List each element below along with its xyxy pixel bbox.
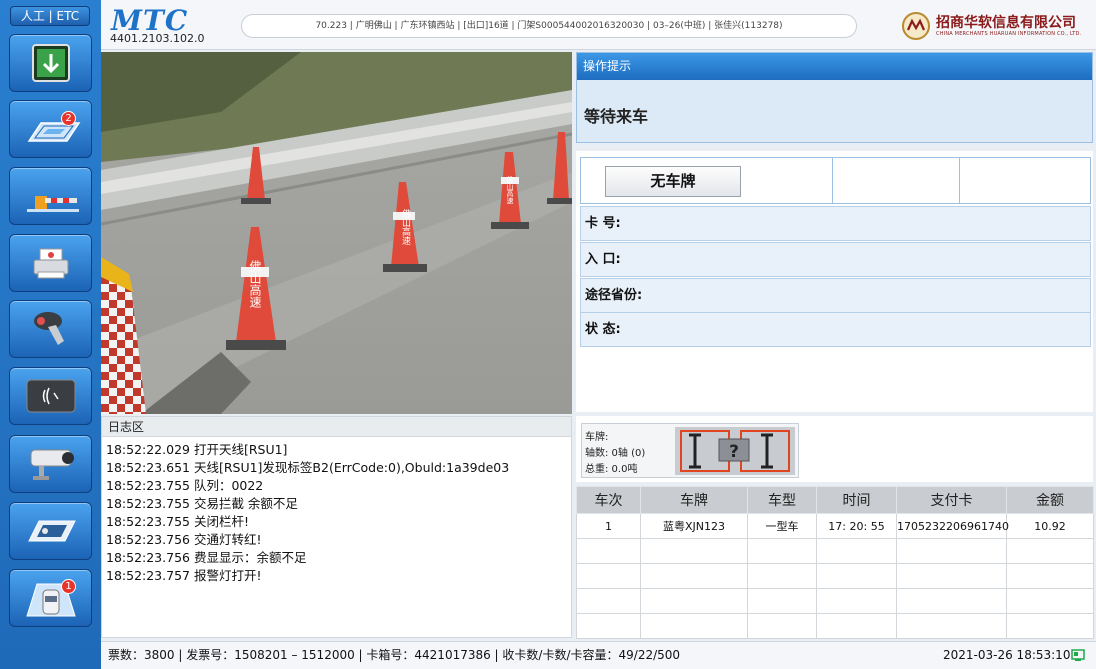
lane-camera-image: 佛山高速 佛山高速 佛山高速	[101, 52, 572, 414]
axle-diagram-icon: ?	[680, 430, 790, 472]
station-info-bar: 70.223 | 广明佛山 | 广东环镇西站 | [出口]16道 | 门架S00…	[241, 14, 857, 38]
log-title: 日志区	[102, 417, 571, 437]
download-button[interactable]	[9, 34, 92, 92]
log-line: 18:52:23.757 报警灯打开!	[106, 568, 262, 583]
province-row: 途径省份:	[580, 278, 1091, 313]
entry-row: 入 口:	[580, 242, 1091, 277]
cell-plate: 蓝粤XJN123	[640, 513, 748, 539]
log-list[interactable]: 18:52:22.029 打开天线[RSU1] 18:52:23.651 天线[…	[102, 437, 571, 585]
cell-time: 17: 20: 55	[816, 513, 897, 539]
connection-status-icon	[1071, 649, 1085, 661]
status-row: 状 态:	[580, 312, 1091, 347]
cone-lettering: 佛山高速	[248, 260, 262, 308]
lane-camera-view: 佛山高速 佛山高速 佛山高速	[101, 52, 572, 414]
etc-lane-button[interactable]: 2	[9, 100, 92, 158]
card-number-row: 卡 号:	[580, 206, 1091, 241]
col-pay-card[interactable]: 支付卡	[896, 486, 1007, 514]
company-name: 招商华软信息有限公司	[936, 15, 1076, 31]
transaction-panel: 车次 车牌 车型 时间 支付卡 金额 1 蓝粤XJN123 一型车 17: 20…	[576, 486, 1094, 639]
toll-lane-app: 人工 | ETC 2 1 MTC 4401.2103.102.0 70.223 …	[0, 0, 1096, 669]
table-header-row: 车次 车牌 车型 时间 支付卡 金额	[576, 486, 1094, 514]
cell-vehicle-type: 一型车	[747, 513, 817, 539]
operation-tip-text: 等待来车	[584, 107, 649, 126]
table-row-empty	[576, 613, 1094, 639]
log-line: 18:52:23.756 费显显示：余额不足	[106, 550, 307, 565]
barcode-scanner-icon	[33, 312, 64, 345]
weigh-plate-icon	[27, 520, 76, 542]
cell-trip: 1	[576, 513, 641, 539]
col-vehicle-type[interactable]: 车型	[747, 486, 817, 514]
lane-mode-badge[interactable]: 人工 | ETC	[10, 6, 90, 26]
col-trip[interactable]: 车次	[576, 486, 641, 514]
vehicle-queue-count-badge: 1	[61, 579, 76, 594]
no-plate-button[interactable]: 无车牌	[605, 166, 741, 197]
table-row-empty	[576, 588, 1094, 614]
table-row-empty	[576, 538, 1094, 564]
operation-tip-panel: 操作提示 等待来车	[576, 52, 1093, 143]
log-line: 18:52:23.755 队列：0022	[106, 478, 264, 493]
axle-plate-label: 车牌:	[585, 432, 609, 443]
status-time: 2021-03-26 18:53:10	[943, 648, 1071, 662]
col-time[interactable]: 时间	[816, 486, 897, 514]
barrier-gate-button[interactable]	[9, 167, 92, 225]
weigh-plate-button[interactable]	[9, 502, 92, 560]
camera-icon	[30, 449, 74, 480]
company-logo: 招商华软信息有限公司 CHINA MERCHANTS HUARUAN INFOR…	[901, 10, 1091, 42]
barrier-gate-icon	[26, 196, 79, 212]
vehicle-info-panel: 无车牌 卡 号: 入 口: 途径省份: 状 态:	[576, 151, 1093, 412]
axle-unknown-mark: ?	[729, 442, 739, 462]
status-text: 票数：3800 | 发票号：1508201 – 1512000 | 卡箱号：44…	[108, 648, 681, 662]
etc-lane-count-badge: 2	[61, 111, 76, 126]
plate-cell: 无车牌	[581, 158, 833, 203]
log-line: 18:52:23.755 交易拦截 余额不足	[106, 496, 298, 511]
barcode-scanner-button[interactable]	[9, 300, 92, 358]
log-line: 18:52:23.755 关闭栏杆!	[106, 514, 249, 529]
axle-diagram: ?	[675, 427, 795, 475]
card-reader-icon	[26, 379, 75, 413]
log-line: 18:52:23.756 交通灯转红!	[106, 532, 262, 547]
card-reader-button[interactable]	[9, 367, 92, 425]
printer-icon	[33, 248, 68, 279]
cone-lettering: 佛山高速	[400, 208, 411, 246]
axle-info: 车牌: 轴数: 0轴 (0) 总重: 0.0吨	[585, 430, 645, 478]
log-panel: 日志区 18:52:22.029 打开天线[RSU1] 18:52:23.651…	[101, 416, 572, 638]
device-code: 4401.2103.102.0	[110, 32, 205, 45]
log-line: 18:52:22.029 打开天线[RSU1]	[106, 442, 288, 457]
axle-panel: 车牌: 轴数: 0轴 (0) 总重: 0.0吨 ?	[576, 416, 1093, 482]
axle-count-label: 轴数: 0轴 (0)	[585, 448, 646, 459]
axle-box: 车牌: 轴数: 0轴 (0) 总重: 0.0吨 ?	[581, 423, 799, 478]
cell-amount: 10.92	[1006, 513, 1094, 539]
transaction-table: 车次 车牌 车型 时间 支付卡 金额 1 蓝粤XJN123 一型车 17: 20…	[576, 486, 1094, 639]
col-plate[interactable]: 车牌	[640, 486, 748, 514]
printer-button[interactable]	[9, 234, 92, 292]
cell-pay-card: 1705232206961740	[896, 513, 1009, 539]
plate-row: 无车牌	[580, 157, 1091, 204]
table-row-empty	[576, 563, 1094, 589]
cone-lettering: 佛山高速	[506, 175, 514, 205]
col-amount[interactable]: 金额	[1006, 486, 1094, 514]
table-row[interactable]: 1 蓝粤XJN123 一型车 17: 20: 55 17052322069617…	[576, 513, 1094, 539]
sidebar: 人工 | ETC 2 1	[0, 0, 101, 669]
axle-weight-label: 总重: 0.0吨	[585, 464, 638, 475]
vehicle-queue-button[interactable]: 1	[9, 569, 92, 627]
plate-extra-cell	[834, 158, 960, 203]
header: MTC 4401.2103.102.0 70.223 | 广明佛山 | 广东环镇…	[101, 0, 1096, 50]
operation-tip-title: 操作提示	[577, 53, 1092, 80]
camera-button[interactable]	[9, 435, 92, 493]
status-bar: 票数：3800 | 发票号：1508201 – 1512000 | 卡箱号：44…	[101, 641, 1096, 669]
log-line: 18:52:23.651 天线[RSU1]发现标签B2(ErrCode:0),O…	[106, 460, 510, 475]
company-name-en: CHINA MERCHANTS HUARUAN INFORMATION CO.,…	[936, 31, 1082, 37]
download-arrow-icon	[31, 44, 70, 82]
company-emblem-icon	[902, 12, 930, 40]
